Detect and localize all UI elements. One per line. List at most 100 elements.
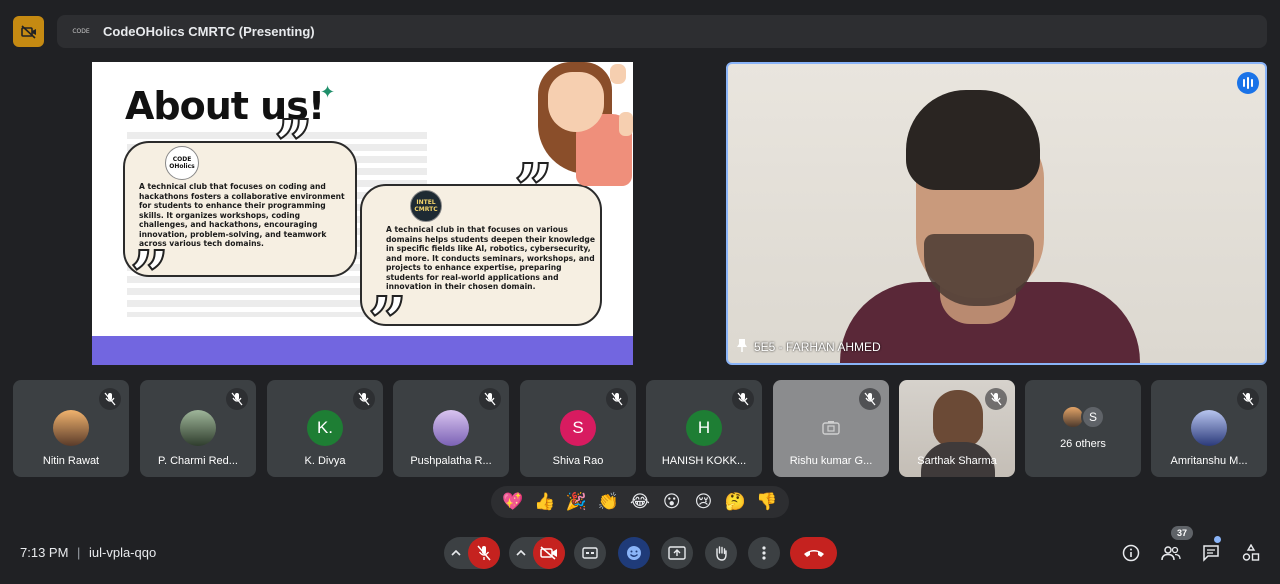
thumbs-down-reaction[interactable]: 👎	[753, 488, 781, 516]
leave-call-button[interactable]	[790, 537, 837, 569]
participant-name: HANISH KOKK...	[661, 455, 747, 467]
activities-button[interactable]	[1239, 541, 1263, 565]
presentation-slide: About us! ✦ CODE OHolics A technical clu…	[92, 62, 633, 365]
others-tile[interactable]: S 26 others	[1025, 380, 1141, 477]
pin-icon[interactable]	[736, 338, 748, 355]
emoji-reactions-button[interactable]	[618, 537, 650, 569]
mic-off-icon	[353, 388, 375, 410]
codeoholics-logo: CODE OHolics	[165, 146, 199, 180]
participant-tile[interactable]: K. K. Divya	[267, 380, 383, 477]
chat-icon	[1203, 545, 1219, 562]
participant-name: Amritanshu M...	[1170, 455, 1248, 467]
chevron-up-icon	[516, 550, 526, 556]
club-description: A technical club that focuses on coding …	[139, 182, 345, 248]
chevron-up-icon	[451, 550, 461, 556]
participant-tile[interactable]: P. Charmi Red...	[140, 380, 256, 477]
camera-control-group	[509, 537, 565, 569]
participant-name: K. Divya	[304, 455, 346, 467]
active-speaker-video[interactable]: 5E5 - FARHAN AHMED	[726, 62, 1267, 365]
participant-tile[interactable]: Nitin Rawat	[13, 380, 129, 477]
mic-off-icon	[985, 388, 1007, 410]
avatar	[433, 410, 469, 446]
camera-off-badge[interactable]	[13, 16, 44, 47]
avatar	[180, 410, 216, 446]
participant-tile[interactable]: Rishu kumar G...	[773, 380, 889, 477]
meeting-details-button[interactable]	[1119, 541, 1143, 565]
mic-control-group	[444, 537, 500, 569]
participant-video-silhouette	[933, 390, 983, 448]
participant-name: Rishu kumar G...	[789, 455, 873, 467]
mic-off-icon	[99, 388, 121, 410]
thumbs-up-reaction[interactable]: 👍	[531, 488, 559, 516]
surprised-reaction[interactable]: 😮	[658, 488, 686, 516]
mic-off-icon	[1237, 388, 1259, 410]
party-popper-reaction[interactable]: 🎉	[562, 488, 590, 516]
speaker-name-row: 5E5 - FARHAN AHMED	[736, 338, 881, 355]
girl-illustration-hand	[610, 64, 626, 84]
speaker-name: 5E5 - FARHAN AHMED	[754, 339, 881, 354]
quote-mark-icon: ”	[129, 237, 170, 317]
avatar: S	[1081, 405, 1105, 429]
participant-name: Nitin Rawat	[42, 455, 100, 467]
avatar: K.	[307, 410, 343, 446]
toggle-mic-button[interactable]	[468, 537, 500, 569]
slide-footer-band	[92, 336, 633, 365]
participant-name: Shiva Rao	[552, 455, 604, 467]
crying-reaction[interactable]: 😢	[689, 488, 717, 516]
speaker-silhouette	[906, 90, 1040, 190]
camera-off-icon	[813, 410, 849, 446]
avatar	[53, 410, 89, 446]
audio-options-button[interactable]	[444, 537, 468, 569]
raise-hand-button[interactable]	[705, 537, 737, 569]
separator: |	[77, 545, 81, 560]
thinking-reaction[interactable]: 🤔	[721, 488, 749, 516]
avatar: S	[560, 410, 596, 446]
participant-count-badge: 37	[1171, 526, 1193, 540]
clapping-reaction[interactable]: 👏	[594, 488, 622, 516]
avatar: H	[686, 410, 722, 446]
mic-off-icon	[606, 388, 628, 410]
unread-indicator	[1214, 536, 1221, 543]
people-icon	[1161, 546, 1181, 561]
presentation-title: CodeOHolics CMRTC (Presenting)	[103, 24, 315, 39]
others-count: 26 others	[1060, 438, 1106, 450]
meeting-code: iul-vpla-qqo	[89, 545, 157, 560]
chat-button[interactable]	[1199, 541, 1223, 565]
current-time: 7:13 PM	[20, 545, 69, 560]
more-options-button[interactable]	[748, 537, 780, 569]
participant-tile[interactable]: H HANISH KOKK...	[646, 380, 762, 477]
more-vert-icon	[762, 546, 766, 560]
closed-captions-icon	[582, 547, 598, 559]
captions-button[interactable]	[574, 537, 606, 569]
presentation-bar[interactable]: CODE CodeOHolics CMRTC (Presenting)	[57, 15, 1267, 48]
girl-illustration-face	[548, 72, 604, 132]
camera-off-icon	[540, 546, 557, 560]
participant-name: Pushpalatha R...	[410, 455, 492, 467]
mic-off-icon	[477, 545, 491, 561]
participant-tile[interactable]: Amritanshu M...	[1151, 380, 1267, 477]
laughing-reaction[interactable]: 😂	[626, 488, 654, 516]
others-avatars: S	[1061, 405, 1105, 429]
quote-mark-icon: ”	[513, 150, 554, 230]
sparkling-heart-reaction[interactable]: 💖	[499, 488, 527, 516]
participant-tile[interactable]: Sarthak Sharma	[899, 380, 1015, 477]
participant-tile[interactable]: S Shiva Rao	[520, 380, 636, 477]
presentation-icon: CODE	[72, 28, 90, 35]
mic-off-icon	[226, 388, 248, 410]
sparkle-icon: ✦	[320, 82, 336, 102]
participant-tile[interactable]: Pushpalatha R...	[393, 380, 509, 477]
video-options-button[interactable]	[509, 537, 533, 569]
emoji-icon	[627, 546, 641, 560]
toggle-camera-button[interactable]	[533, 537, 565, 569]
club-description: A technical club in that focuses on vari…	[386, 225, 595, 291]
speaking-indicator-icon	[1237, 72, 1259, 94]
participant-name: Sarthak Sharma	[917, 455, 997, 467]
participant-name: P. Charmi Red...	[158, 455, 238, 467]
people-button[interactable]	[1159, 541, 1183, 565]
present-screen-icon	[668, 546, 686, 560]
present-screen-button[interactable]	[661, 537, 693, 569]
girl-illustration-hand	[619, 112, 633, 136]
info-icon	[1122, 544, 1140, 562]
mic-off-icon	[479, 388, 501, 410]
quote-mark-icon: ”	[273, 106, 314, 186]
